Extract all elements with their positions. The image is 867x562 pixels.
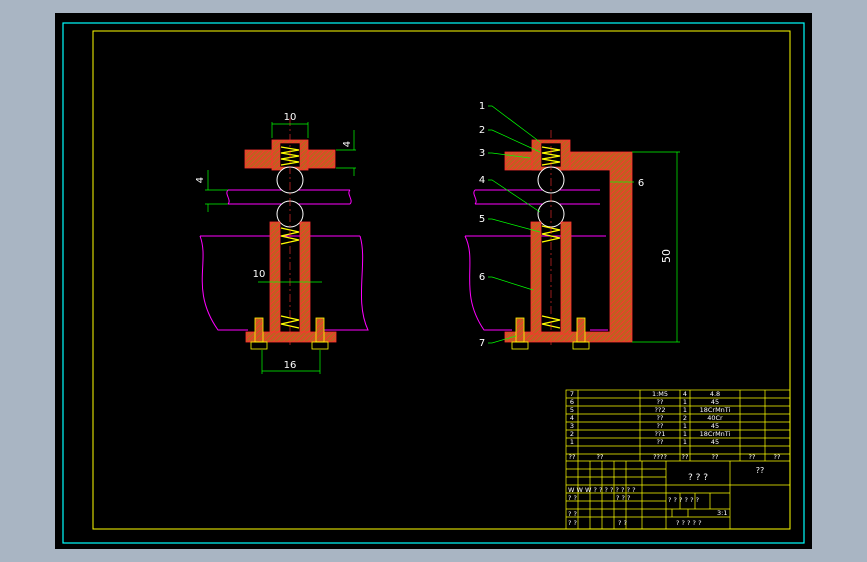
title-label-c: ? ?	[568, 519, 577, 527]
part-row-qty: 1	[683, 406, 687, 414]
part-row-qty: 4	[683, 390, 687, 398]
part-row-spec: ??	[657, 398, 664, 406]
right-dim-height: 50	[660, 249, 673, 263]
left-column-wall-left	[269, 221, 281, 335]
left-column-wall-right	[299, 221, 311, 335]
part-row-no: 1	[570, 438, 574, 446]
left-screw-1	[254, 317, 264, 343]
parts-header-c7: ??	[774, 453, 781, 461]
drawing-code: ??	[756, 466, 765, 475]
left-dim-center: 10	[253, 269, 266, 280]
part-row-material: 40Cr	[707, 414, 723, 422]
part-row-spec: 1:M5	[652, 390, 668, 398]
left-dim-bottom: 16	[284, 360, 297, 371]
part-row-material: 4.8	[710, 390, 720, 398]
title-label-b: ? ?	[568, 510, 577, 518]
parts-header-spec: ????	[653, 453, 667, 461]
part-row-qty: 1	[683, 430, 687, 438]
left-dim-top-width: 10	[284, 112, 297, 123]
title-bottom-chars: ? ? ? ? ?	[676, 519, 702, 527]
parts-header-material: ??	[712, 453, 719, 461]
callout-2: 2	[479, 125, 485, 136]
callout-5: 5	[479, 214, 485, 225]
callout-bracket: 6	[638, 178, 644, 189]
title-scale-chars: ? ? ? ? ? ?	[668, 496, 699, 504]
left-screw-2	[315, 317, 325, 343]
cad-drawing-canvas: 10 4 4 10 16 1 2 3 4 5 6 7 6 50 7 1:M5 4…	[55, 13, 812, 549]
parts-header-c6: ??	[749, 453, 756, 461]
title-row-chars: W W W ? ? ? ? ? ? ? ?	[568, 486, 636, 494]
part-row-no: 7	[570, 390, 574, 398]
part-row-no: 3	[570, 422, 574, 430]
part-row-material: 18CrMnTi	[700, 430, 731, 438]
part-row-material: 45	[711, 438, 719, 446]
callout-7: 7	[479, 338, 485, 349]
left-dim-left: 4	[195, 177, 206, 183]
title-label-a: ? ?	[568, 494, 577, 502]
callout-1: 1	[479, 101, 485, 112]
part-row-qty: 1	[683, 438, 687, 446]
model-space	[55, 13, 812, 549]
parts-header-qty: ??	[682, 453, 689, 461]
part-row-spec: ??	[657, 422, 664, 430]
part-row-no: 6	[570, 398, 574, 406]
part-row-spec: ??1	[654, 430, 665, 438]
title-mid-chars: ? ? ?	[616, 494, 630, 502]
parts-header-no: ??	[569, 453, 576, 461]
title-scale-value: 3:1	[717, 509, 727, 517]
part-row-no: 5	[570, 406, 574, 414]
part-row-qty: 1	[683, 422, 687, 430]
part-row-qty: 2	[683, 414, 687, 422]
right-column-wall-left	[530, 221, 542, 335]
part-row-no: 4	[570, 414, 574, 422]
title-label-d: ? ?	[618, 519, 627, 527]
part-row-qty: 1	[683, 398, 687, 406]
right-screw-2	[576, 317, 586, 343]
parts-header-name: ??	[597, 453, 604, 461]
right-screw-1	[515, 317, 525, 343]
drawing-title: ? ? ?	[688, 473, 708, 483]
part-row-no: 2	[570, 430, 574, 438]
part-row-spec: ??	[657, 414, 664, 422]
part-row-spec: ??	[657, 438, 664, 446]
part-row-material: 18CrMnTi	[700, 406, 731, 414]
right-column-wall-right	[560, 221, 572, 335]
part-row-material: 45	[711, 422, 719, 430]
callout-4: 4	[479, 175, 485, 186]
part-row-material: 45	[711, 398, 719, 406]
callout-6: 6	[479, 272, 485, 283]
left-dim-right: 4	[342, 141, 353, 147]
callout-3: 3	[479, 148, 485, 159]
part-row-spec: ??2	[654, 406, 665, 414]
